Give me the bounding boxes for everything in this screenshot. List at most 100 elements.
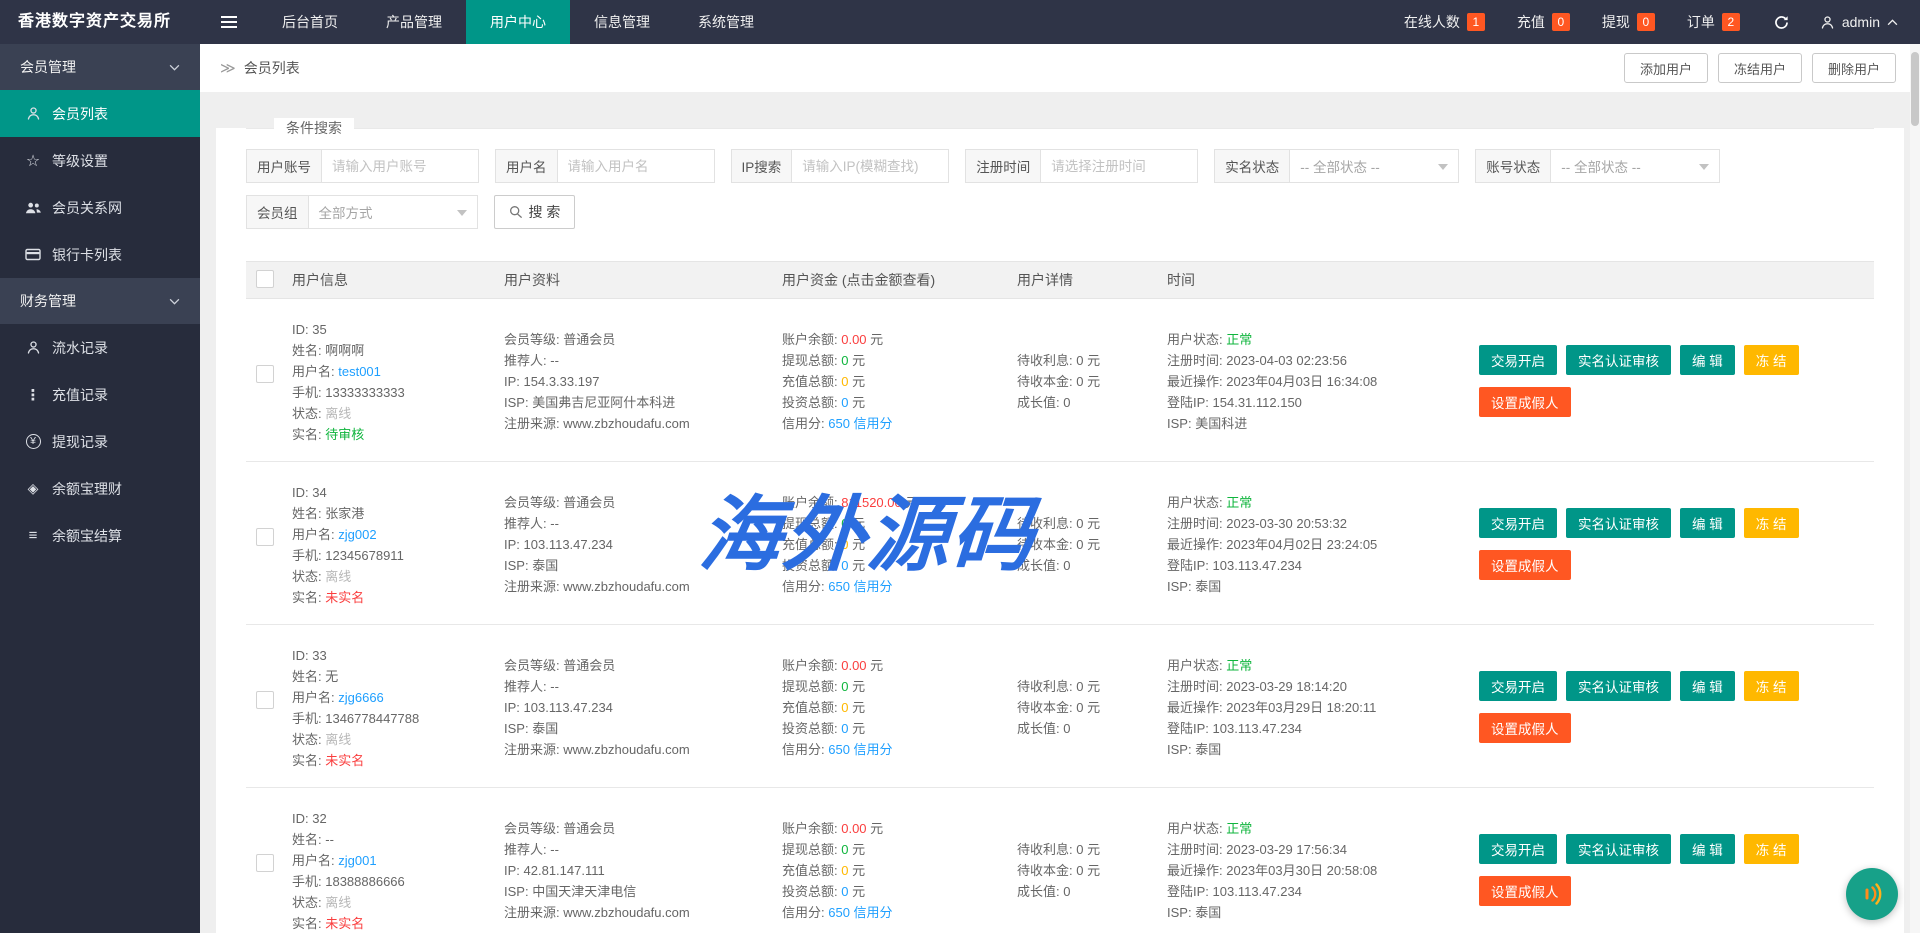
sidebar-item-2-4[interactable]: ◈余额宝理财: [0, 465, 200, 512]
search-select[interactable]: 全部方式: [308, 195, 478, 229]
set-fake-button[interactable]: 设置成假人: [1479, 387, 1571, 417]
row-checkbox[interactable]: [256, 365, 274, 383]
admin-menu[interactable]: admin: [1808, 0, 1920, 44]
sidebar-item-2-5[interactable]: ≡余额宝结算: [0, 512, 200, 559]
balance-amount[interactable]: 0.00: [841, 821, 866, 836]
edit-button[interactable]: 编 辑: [1680, 345, 1735, 375]
credit-score[interactable]: 650 信用分: [828, 579, 892, 594]
nav-stat-2[interactable]: 充值0: [1501, 0, 1586, 44]
sidebar-item-2-2[interactable]: ⋮充值记录: [0, 371, 200, 418]
search-select[interactable]: -- 全部状态 --: [1550, 149, 1720, 183]
sidebar: 会员管理会员列表☆等级设置会员关系网银行卡列表财务管理流水记录⋮充值记录¥提现记…: [0, 44, 200, 933]
set-fake-button[interactable]: 设置成假人: [1479, 876, 1571, 906]
floating-service-button[interactable]: [1846, 868, 1898, 920]
field-label: ID:: [292, 485, 312, 500]
register-time-line: 注册时间: 2023-03-30 20:53:32: [1167, 513, 1479, 534]
search-button[interactable]: 搜 索: [494, 195, 576, 229]
nav-item-3[interactable]: 用户中心: [466, 0, 570, 44]
refresh-icon[interactable]: [1756, 0, 1808, 44]
sidebar-item-1-1[interactable]: 会员列表: [0, 90, 200, 137]
vertical-scrollbar[interactable]: [1910, 44, 1920, 933]
nav-stat-4[interactable]: 订单2: [1671, 0, 1756, 44]
nav-item-5[interactable]: 系统管理: [674, 0, 778, 44]
field-label: 推荐人:: [504, 353, 550, 368]
username-link[interactable]: zjg001: [338, 853, 376, 868]
credit-score[interactable]: 650 信用分: [828, 742, 892, 757]
search-select[interactable]: -- 全部状态 --: [1289, 149, 1459, 183]
hamburger-menu-icon[interactable]: [200, 0, 258, 44]
main-content: ≫ 会员列表 添加用户 冻结用户 删除用户 条件搜索 用户账号用户名IP搜索注册…: [200, 44, 1920, 933]
username-link[interactable]: zjg002: [338, 527, 376, 542]
nav-stat-3[interactable]: 提现0: [1586, 0, 1671, 44]
freeze-button[interactable]: 冻 结: [1744, 508, 1799, 538]
sidebar-item-2-3[interactable]: ¥提现记录: [0, 418, 200, 465]
register-time: 2023-03-29 17:56:34: [1226, 842, 1347, 857]
username-link[interactable]: test001: [338, 364, 381, 379]
search-input[interactable]: [791, 149, 949, 183]
balance-amount[interactable]: 0.00: [841, 332, 866, 347]
realname-audit-button[interactable]: 实名认证审核: [1566, 671, 1671, 701]
count-badge: 1: [1467, 13, 1485, 31]
scrollbar-thumb[interactable]: [1911, 52, 1919, 126]
edit-button[interactable]: 编 辑: [1680, 671, 1735, 701]
sidebar-section-1[interactable]: 会员管理: [0, 44, 200, 90]
field-label: 信用分:: [782, 416, 828, 431]
edit-button[interactable]: 编 辑: [1680, 834, 1735, 864]
nav-stat-1[interactable]: 在线人数1: [1388, 0, 1501, 44]
realname-audit-button[interactable]: 实名认证审核: [1566, 345, 1671, 375]
row-checkbox[interactable]: [256, 691, 274, 709]
edit-button[interactable]: 编 辑: [1680, 508, 1735, 538]
search-input[interactable]: [557, 149, 715, 183]
field-label: 会员等级:: [504, 332, 563, 347]
search-field-账号状态: 账号状态-- 全部状态 --: [1475, 149, 1720, 183]
trade-toggle-button[interactable]: 交易开启: [1479, 345, 1557, 375]
row-checkbox[interactable]: [256, 854, 274, 872]
select-value: 全部方式: [319, 202, 373, 222]
realname-audit-button[interactable]: 实名认证审核: [1566, 834, 1671, 864]
search-input[interactable]: [321, 149, 479, 183]
field-label: 注册来源:: [504, 579, 563, 594]
nav-item-2[interactable]: 产品管理: [362, 0, 466, 44]
reg-isp-line: ISP: 中国天津天津电信: [504, 881, 782, 902]
freeze-button[interactable]: 冻 结: [1744, 671, 1799, 701]
freeze-button[interactable]: 冻 结: [1744, 345, 1799, 375]
referrer: --: [550, 353, 559, 368]
trade-toggle-button[interactable]: 交易开启: [1479, 508, 1557, 538]
sidebar-section-2[interactable]: 财务管理: [0, 278, 200, 324]
delete-user-button[interactable]: 删除用户: [1812, 53, 1896, 83]
realname-audit-button[interactable]: 实名认证审核: [1566, 508, 1671, 538]
freeze-user-button[interactable]: 冻结用户: [1718, 53, 1802, 83]
username-link[interactable]: zjg6666: [338, 690, 384, 705]
trade-toggle-button[interactable]: 交易开启: [1479, 671, 1557, 701]
login-ip-line: 登陆IP: 103.113.47.234: [1167, 555, 1479, 576]
sidebar-item-2-1[interactable]: 流水记录: [0, 324, 200, 371]
balance-amount[interactable]: 811520.00: [841, 495, 902, 510]
set-fake-button[interactable]: 设置成假人: [1479, 713, 1571, 743]
action-line-2: 设置成假人: [1479, 876, 1866, 906]
field-label: 提现总额:: [782, 842, 841, 857]
field-label: 提现总额:: [782, 679, 841, 694]
field-label: 注册来源:: [504, 742, 563, 757]
sidebar-item-1-2[interactable]: ☆等级设置: [0, 137, 200, 184]
credit-score[interactable]: 650 信用分: [828, 905, 892, 920]
credit-score[interactable]: 650 信用分: [828, 416, 892, 431]
login-ip: 154.31.112.150: [1213, 395, 1302, 410]
field-label: 充值总额:: [782, 863, 841, 878]
register-time-line: 注册时间: 2023-04-03 02:23:56: [1167, 350, 1479, 371]
nav-item-1[interactable]: 后台首页: [258, 0, 362, 44]
sidebar-item-1-4[interactable]: 银行卡列表: [0, 231, 200, 278]
nav-item-4[interactable]: 信息管理: [570, 0, 674, 44]
set-fake-button[interactable]: 设置成假人: [1479, 550, 1571, 580]
balance-amount[interactable]: 0.00: [841, 658, 866, 673]
trade-toggle-button[interactable]: 交易开启: [1479, 834, 1557, 864]
reg-source-line: 注册来源: www.zbzhoudafu.com: [504, 902, 782, 923]
sidebar-item-1-3[interactable]: 会员关系网: [0, 184, 200, 231]
add-user-button[interactable]: 添加用户: [1624, 53, 1708, 83]
search-input[interactable]: [1040, 149, 1198, 183]
unit-label: 元: [1083, 537, 1100, 552]
freeze-button[interactable]: 冻 结: [1744, 834, 1799, 864]
select-all-checkbox[interactable]: [256, 270, 274, 288]
table-header: 用户信息 用户资料 用户资金 (点击金额查看) 用户详情 时间: [246, 261, 1874, 299]
field-label: IP:: [504, 863, 524, 878]
row-checkbox[interactable]: [256, 528, 274, 546]
